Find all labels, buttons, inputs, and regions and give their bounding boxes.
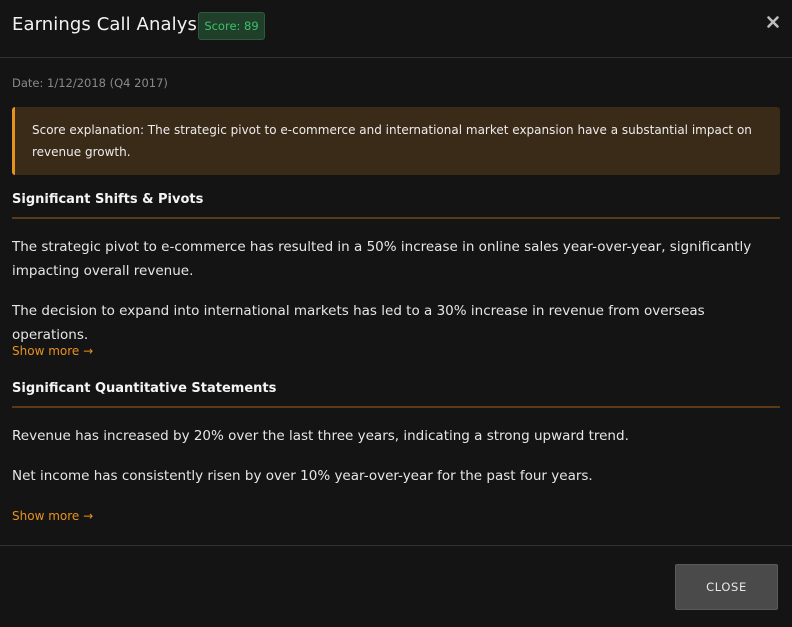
quantitative-paragraph-2: Net income has consistently risen by ove… (12, 468, 593, 484)
show-more-quantitative-link[interactable]: Show more → (12, 509, 93, 523)
close-x-icon[interactable] (766, 14, 780, 28)
section-divider (12, 217, 780, 219)
shifts-paragraph-1: The strategic pivot to e-commerce has re… (12, 239, 752, 279)
section-title-shifts-pivots: Significant Shifts & Pivots (12, 192, 204, 207)
shifts-paragraph-2: The decision to expand into internationa… (12, 303, 705, 343)
score-explanation-text: Score explanation: The strategic pivot t… (32, 123, 752, 159)
section-title-quantitative: Significant Quantitative Statements (12, 381, 277, 396)
show-more-shifts-link[interactable]: Show more → (12, 344, 93, 358)
close-button[interactable]: CLOSE (675, 564, 778, 610)
earnings-call-modal: Earnings Call Analysis Score: 89 Date: 1… (0, 0, 792, 627)
call-date: Date: 1/12/2018 (Q4 2017) (12, 76, 168, 90)
quantitative-paragraph-1: Revenue has increased by 20% over the la… (12, 428, 629, 444)
score-badge: Score: 89 (198, 12, 265, 40)
footer-divider (0, 545, 792, 546)
section-divider (12, 406, 780, 408)
modal-header: Earnings Call Analysis Score: 89 (0, 0, 792, 58)
modal-title: Earnings Call Analysis (12, 14, 212, 35)
score-explanation-box: Score explanation: The strategic pivot t… (12, 107, 780, 175)
